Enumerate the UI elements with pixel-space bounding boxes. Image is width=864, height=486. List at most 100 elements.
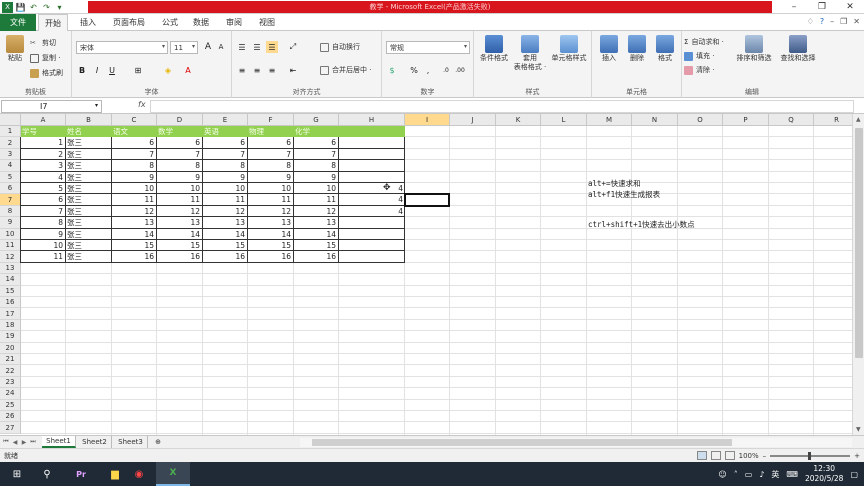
orientation-icon[interactable]: ⤢ (287, 41, 299, 53)
volume-icon[interactable]: ♪ (759, 470, 764, 479)
table-cell[interactable]: 8 (248, 160, 294, 172)
row-header-27[interactable]: 27 (0, 422, 21, 434)
row-header-7[interactable]: 7 (0, 194, 21, 206)
table-cell[interactable]: 12 (157, 205, 203, 218)
table-cell[interactable]: 10 (157, 183, 203, 195)
column-header-o[interactable]: O (678, 114, 723, 126)
table-cell[interactable]: 10 (294, 183, 339, 195)
overflow-value-cell[interactable]: 4 (339, 183, 405, 194)
table-cell[interactable]: 9 (112, 171, 157, 183)
table-header-cell[interactable]: 化学 (294, 126, 339, 138)
row-header-12[interactable]: 12 (0, 251, 21, 263)
table-cell[interactable]: 13 (294, 217, 339, 229)
row-header-21[interactable]: 21 (0, 354, 21, 366)
table-cell[interactable]: 14 (157, 228, 203, 240)
table-cell[interactable]: 10 (21, 240, 66, 252)
table-cell[interactable]: 9 (294, 171, 339, 183)
row-header-5[interactable]: 5 (0, 171, 21, 183)
align-bottom-icon[interactable]: ☰ (266, 41, 278, 53)
table-cell[interactable]: 14 (248, 228, 294, 240)
prev-sheet-icon[interactable]: ◀ (11, 437, 19, 447)
table-cell[interactable]: 12 (248, 205, 294, 218)
table-cell[interactable]: 张三 (66, 194, 112, 206)
last-sheet-icon[interactable]: ⏭ (29, 437, 37, 447)
table-cell[interactable] (339, 160, 405, 172)
table-cell[interactable]: 7 (21, 205, 66, 218)
table-cell[interactable] (339, 251, 405, 263)
table-cell[interactable]: 张三 (66, 217, 112, 229)
format-painter-button[interactable]: 格式刷 (30, 68, 63, 78)
column-header-q[interactable]: Q (769, 114, 814, 126)
row-header-4[interactable]: 4 (0, 160, 21, 172)
column-header-h[interactable]: H (339, 114, 405, 126)
table-cell[interactable]: 6 (21, 194, 66, 206)
table-header-cell[interactable]: 物理 (248, 126, 294, 138)
table-cell[interactable]: 张三 (66, 228, 112, 240)
column-header-i[interactable]: I (405, 114, 450, 126)
row-header-2[interactable]: 2 (0, 137, 21, 149)
decrease-decimal-icon[interactable]: .00 (454, 64, 466, 76)
table-cell[interactable]: 14 (294, 228, 339, 240)
table-header-cell[interactable]: 语文 (112, 126, 157, 138)
fill-button[interactable]: 填充 · (684, 51, 714, 61)
table-cell[interactable]: 8 (157, 160, 203, 172)
tab-review[interactable]: 审阅 (226, 14, 242, 31)
comma-button[interactable]: , (422, 64, 434, 76)
table-cell[interactable]: 13 (248, 217, 294, 229)
collapse-ribbon-icon[interactable]: ♢ (807, 17, 814, 26)
table-cell[interactable]: 11 (294, 194, 339, 206)
tab-view[interactable]: 视图 (259, 14, 275, 31)
column-header-j[interactable]: J (450, 114, 496, 126)
tab-insert[interactable]: 插入 (80, 14, 96, 31)
notification-icon[interactable]: ▢ (850, 470, 858, 479)
column-header-r[interactable]: R (814, 114, 852, 126)
table-cell[interactable]: 14 (203, 228, 248, 240)
vertical-scrollbar[interactable]: ▲ ▼ (852, 114, 864, 435)
find-select-button[interactable]: 查找和选择 (776, 35, 820, 63)
align-middle-icon[interactable]: ☰ (251, 41, 263, 53)
row-header-1[interactable]: 1 (0, 126, 21, 138)
table-cell[interactable]: 15 (248, 240, 294, 252)
row-header-6[interactable]: 6 (0, 183, 21, 195)
delete-cells-button[interactable]: 删除 (624, 35, 650, 63)
column-header-p[interactable]: P (723, 114, 769, 126)
table-cell[interactable]: 11 (248, 194, 294, 206)
table-cell[interactable]: 张三 (66, 251, 112, 263)
row-header-24[interactable]: 24 (0, 388, 21, 400)
table-cell[interactable]: 1 (21, 137, 66, 149)
table-cell[interactable]: 张三 (66, 171, 112, 183)
workbook-minimize-icon[interactable]: – (830, 17, 834, 26)
horizontal-scrollbar[interactable] (300, 438, 852, 447)
table-header-cell[interactable]: 英语 (203, 126, 248, 138)
column-header-f[interactable]: F (248, 114, 294, 126)
table-cell[interactable]: 9 (203, 171, 248, 183)
column-header-l[interactable]: L (541, 114, 587, 126)
table-cell[interactable]: 7 (112, 148, 157, 161)
workbook-restore-icon[interactable]: ❐ (840, 17, 847, 26)
worksheet-grid[interactable]: A B C D E F G H I J K L M N O P Q R 1 2 3 4 5 6 7 8 9 10 11 12 13 14 15 1… (0, 114, 852, 435)
first-sheet-icon[interactable]: ⏮ (2, 437, 10, 447)
table-cell[interactable]: 3 (21, 160, 66, 172)
table-cell[interactable]: 16 (203, 251, 248, 263)
help-icon[interactable]: ? (820, 17, 824, 26)
table-cell[interactable]: 16 (294, 251, 339, 263)
format-cells-button[interactable]: 格式 (652, 35, 678, 63)
premiere-icon[interactable]: Pr (64, 462, 98, 486)
sheet-tab-sheet3[interactable]: Sheet3 (114, 436, 148, 448)
column-header-a[interactable]: A (21, 114, 66, 126)
table-cell[interactable]: 张三 (66, 205, 112, 218)
table-cell[interactable]: 15 (294, 240, 339, 252)
table-cell[interactable]: 8 (203, 160, 248, 172)
row-header-9[interactable]: 9 (0, 217, 21, 229)
column-header-n[interactable]: N (632, 114, 678, 126)
input-method-icon[interactable]: ⌨ (786, 470, 798, 479)
table-cell[interactable]: 10 (203, 183, 248, 195)
paste-button[interactable]: 粘贴 (4, 35, 26, 63)
network-icon[interactable]: ▭ (745, 470, 753, 479)
page-break-view-icon[interactable] (724, 451, 735, 460)
autosum-button[interactable]: Σ 自动求和 · (684, 37, 724, 47)
shrink-font-button[interactable]: A (215, 41, 227, 53)
next-sheet-icon[interactable]: ▶ (20, 437, 28, 447)
table-cell[interactable]: 7 (203, 148, 248, 161)
clear-button[interactable]: 清除 · (684, 65, 714, 75)
